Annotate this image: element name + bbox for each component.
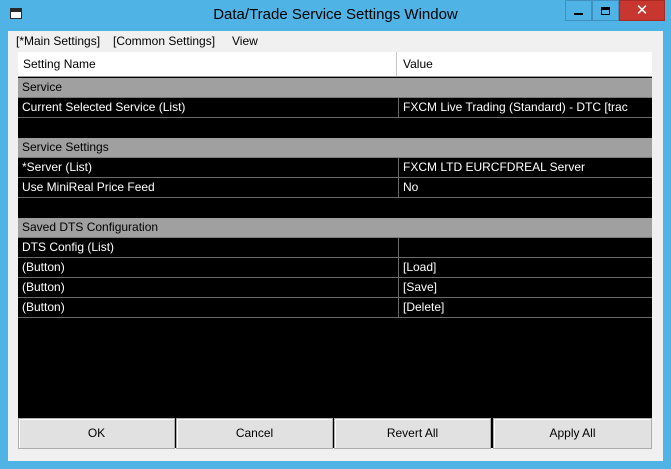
setting-value[interactable]: FXCM LTD EURCFDREAL Server: [398, 158, 652, 177]
settings-window: Data/Trade Service Settings Window ✕ [*M…: [0, 0, 671, 469]
grid-rows: Service Current Selected Service (List) FX…: [18, 78, 652, 318]
setting-value[interactable]: [Delete]: [398, 298, 652, 317]
setting-value[interactable]: [398, 238, 652, 257]
maximize-icon: [601, 6, 610, 15]
setting-name: *Server (List): [22, 160, 93, 174]
setting-name: Use MiniReal Price Feed: [22, 180, 155, 194]
section-header-row: Service: [18, 78, 652, 98]
spacer-row: [18, 118, 652, 138]
apply-all-button[interactable]: Apply All: [493, 418, 652, 449]
revert-all-button[interactable]: Revert All: [334, 418, 491, 449]
section-title: Service Settings: [22, 140, 109, 154]
minimize-icon: [574, 12, 583, 15]
column-header-value[interactable]: Value: [398, 52, 652, 76]
setting-row[interactable]: Current Selected Service (List) FXCM Live…: [18, 98, 652, 118]
setting-name: (Button): [22, 260, 65, 274]
setting-name: Current Selected Service (List): [22, 100, 186, 114]
setting-row[interactable]: (Button) [Load]: [18, 258, 652, 278]
menu-view[interactable]: View: [232, 34, 258, 48]
setting-row[interactable]: (Button) [Delete]: [18, 298, 652, 318]
spacer-row: [18, 198, 652, 218]
column-header-setting-name[interactable]: Setting Name: [18, 52, 397, 76]
setting-row[interactable]: DTS Config (List): [18, 238, 652, 258]
setting-row[interactable]: (Button) [Save]: [18, 278, 652, 298]
section-header-row: Service Settings: [18, 138, 652, 158]
settings-grid: Setting Name Value Service Current Select…: [18, 52, 652, 448]
menu-common-settings[interactable]: [Common Settings]: [113, 34, 215, 48]
window-client-area: [*Main Settings] [Common Settings] View …: [8, 31, 663, 461]
dialog-button-bar: OK Cancel Revert All Apply All: [18, 418, 652, 450]
setting-name: (Button): [22, 300, 65, 314]
setting-name: (Button): [22, 280, 65, 294]
setting-row[interactable]: Use MiniReal Price Feed No: [18, 178, 652, 198]
maximize-button[interactable]: [592, 0, 619, 21]
setting-value[interactable]: [Save]: [398, 278, 652, 297]
section-title: Saved DTS Configuration: [22, 220, 159, 234]
section-header-row: Saved DTS Configuration: [18, 218, 652, 238]
menu-main-settings[interactable]: [*Main Settings]: [16, 34, 100, 48]
title-bar[interactable]: Data/Trade Service Settings Window ✕: [0, 0, 671, 31]
setting-row[interactable]: *Server (List) FXCM LTD EURCFDREAL Server: [18, 158, 652, 178]
close-button[interactable]: ✕: [619, 0, 665, 21]
minimize-button[interactable]: [565, 0, 592, 21]
ok-button[interactable]: OK: [18, 418, 175, 449]
cancel-button[interactable]: Cancel: [176, 418, 333, 449]
section-title: Service: [22, 80, 63, 94]
menu-bar: [*Main Settings] [Common Settings] View: [8, 31, 663, 51]
setting-value[interactable]: FXCM Live Trading (Standard) - DTC [trac: [398, 98, 652, 117]
setting-name: DTS Config (List): [22, 240, 115, 254]
grid-header: Setting Name Value: [18, 52, 652, 77]
close-icon: ✕: [635, 2, 649, 19]
setting-value[interactable]: No: [398, 178, 652, 197]
setting-value[interactable]: [Load]: [398, 258, 652, 277]
